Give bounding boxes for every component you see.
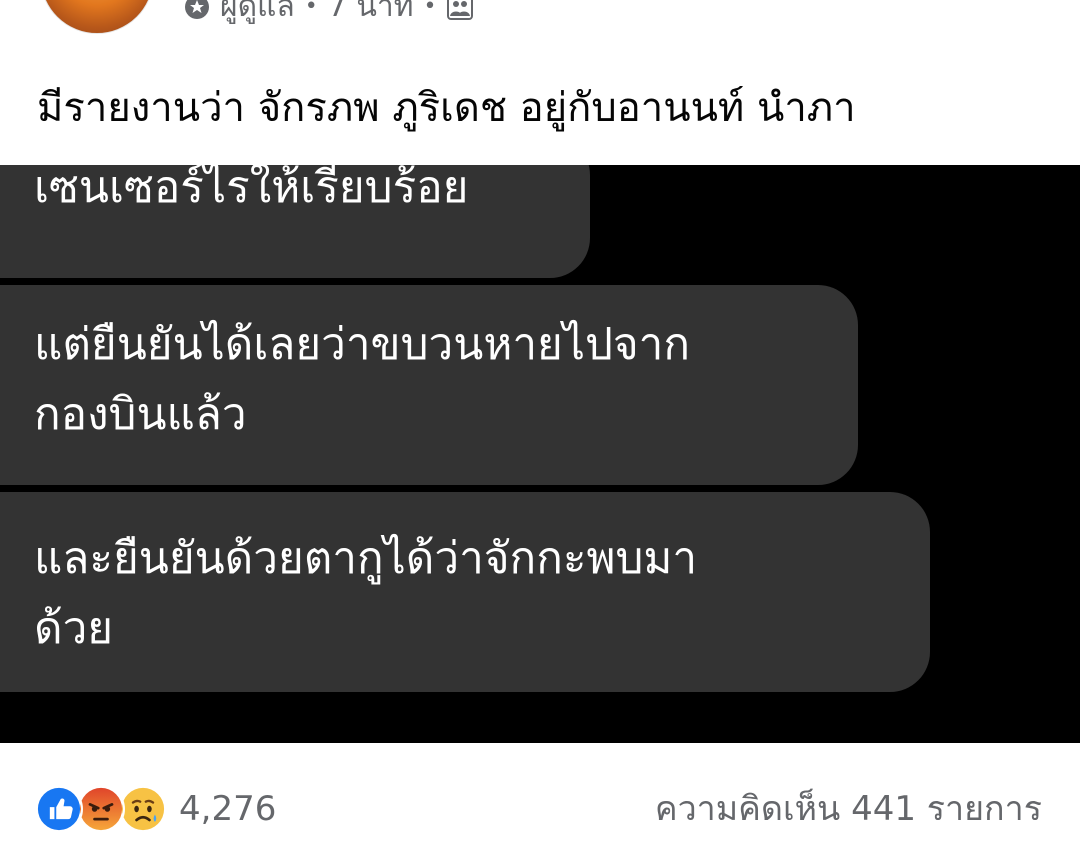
sad-icon <box>119 785 167 833</box>
meta-separator: • <box>304 0 318 19</box>
post-role: ผู้ดูแล <box>220 0 295 24</box>
comments-count-link[interactable]: ความคิดเห็น 441 รายการ <box>655 784 1042 834</box>
chat-line: แต่ยืนยันได้เลยว่าขบวนหายไปจาก <box>34 319 691 370</box>
chat-bubble: แต่ยืนยันได้เลยว่าขบวนหายไปจาก กองบินแล้… <box>0 285 858 485</box>
chat-line: กองบินแล้ว <box>34 389 247 440</box>
post-time[interactable]: 7 นาที <box>328 0 414 30</box>
post-footer: 4,276 ความคิดเห็น 441 รายการ <box>0 743 1080 855</box>
chat-bubble: และยืนยันด้วยตากูได้ว่าจักกะพบมา ด้วย <box>0 492 930 692</box>
chat-line: ด้วย <box>34 603 114 654</box>
chat-line: เซนเซอร์ไรให้เรียบร้อย <box>34 165 469 213</box>
reactions-summary[interactable]: 4,276 <box>35 784 276 834</box>
angry-icon <box>77 785 125 833</box>
post-text: มีรายงานว่า จักรภพ ภูริเดช อยู่กับอานนท์… <box>37 85 856 131</box>
chat-line: และยืนยันด้วยตากูได้ว่าจักกะพบมา <box>34 533 698 584</box>
group-audience-icon[interactable] <box>446 0 473 20</box>
admin-badge-icon <box>184 0 210 19</box>
like-icon <box>35 785 83 833</box>
avatar[interactable] <box>40 0 154 34</box>
post-meta: ผู้ดูแล • 7 นาที • <box>184 0 473 26</box>
post-header: ผู้ดูแล • 7 นาที • <box>0 0 1080 60</box>
meta-separator: • <box>423 0 437 19</box>
reaction-count: 4,276 <box>179 789 277 829</box>
chat-bubble: เซนเซอร์ไรให้เรียบร้อย <box>0 165 590 278</box>
post-image[interactable]: เซนเซอร์ไรให้เรียบร้อย แต่ยืนยันได้เลยว่… <box>0 165 1080 743</box>
